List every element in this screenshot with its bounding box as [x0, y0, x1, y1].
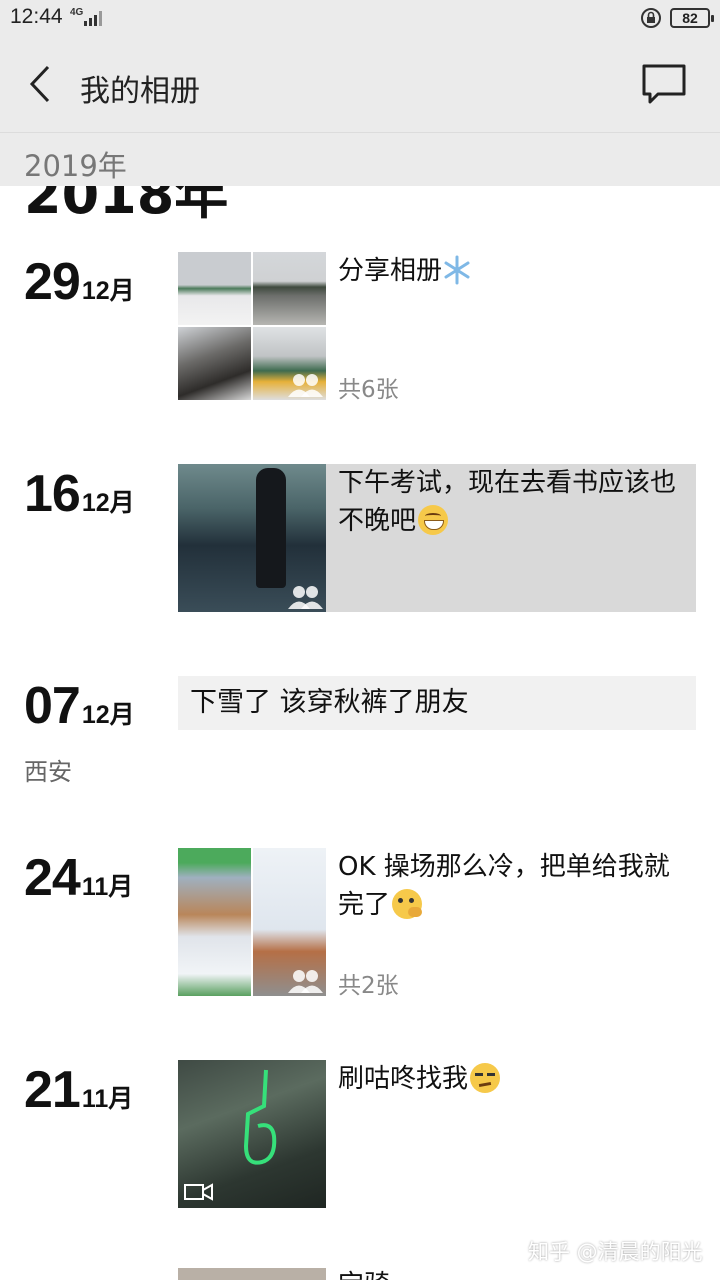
photo-thumbnail[interactable]: [178, 1268, 326, 1280]
signal-icon: [84, 11, 102, 26]
entry-day: 24: [24, 849, 81, 907]
album-entry[interactable]: 0712月 下雪了 该穿秋裤了朋友 西安: [0, 676, 720, 786]
entry-caption: 下午考试，现在去看书应该也不晚吧: [338, 464, 688, 540]
photo-thumbnail[interactable]: [178, 252, 251, 325]
network-type: 4G: [70, 7, 84, 18]
entry-month: 12月: [81, 701, 135, 729]
entry-caption: OK 操场那么冷，把单给我就完了: [338, 848, 688, 924]
entry-text-card[interactable]: 下雪了 该穿秋裤了朋友: [178, 676, 696, 730]
entry-date: 1612月: [24, 464, 135, 524]
people-icon: [288, 374, 323, 397]
photo-thumbnails[interactable]: [178, 848, 326, 996]
album-entry[interactable]: 2411月 OK 操场那么冷，把单给我就完了 共2张: [0, 848, 720, 999]
snowflake-icon: [444, 255, 470, 285]
entry-day: 07: [24, 677, 81, 735]
entry-day: 16: [24, 465, 81, 523]
page-title: 我的相册: [80, 74, 200, 109]
watermark: 知乎 @清晨的阳光: [528, 1240, 703, 1264]
people-icon: [288, 970, 323, 993]
entry-caption-text: 下午考试，现在去看书应该也不晚吧: [338, 468, 677, 536]
entry-month: 12月: [81, 489, 135, 517]
entry-date: 2111月: [24, 1060, 133, 1120]
entry-month: 11月: [81, 873, 134, 901]
photo-thumbnails[interactable]: [178, 1060, 326, 1208]
entry-caption-partial: 宝骑: [338, 1264, 390, 1280]
entry-date: 2411月: [24, 848, 133, 908]
sticky-year-header: 2019年: [0, 132, 720, 186]
photo-thumbnails[interactable]: [178, 464, 326, 612]
album-entry[interactable]: 1612月 下午考试，现在去看书应该也不晚吧: [0, 464, 720, 614]
back-button[interactable]: [20, 60, 60, 108]
video-camera-icon: [184, 1183, 213, 1201]
status-time: 12:44: [10, 5, 63, 28]
photo-thumbnail[interactable]: [253, 252, 326, 325]
photo-count: 共6张: [338, 377, 399, 403]
entry-day: 21: [24, 1061, 81, 1119]
route-map-icon: [243, 1069, 277, 1165]
entry-date: 2912月: [24, 252, 135, 312]
photo-thumbnail[interactable]: [178, 848, 251, 996]
back-arrow-icon: [29, 65, 50, 103]
grin-emoji-icon: [418, 505, 449, 535]
app-bar: 我的相册: [0, 36, 720, 132]
photo-count: 共2张: [338, 973, 399, 999]
photo-thumbnail[interactable]: [178, 327, 251, 400]
entry-day: 29: [24, 253, 81, 311]
entry-caption-text: OK 操场那么冷，把单给我就完了: [338, 852, 670, 920]
rotation-lock-icon: [641, 8, 661, 28]
album-entry[interactable]: 2111月 刷咕咚找我: [0, 1060, 720, 1210]
entry-month: 12月: [81, 277, 135, 305]
entry-caption: 刷咕咚找我: [338, 1060, 688, 1098]
entry-location: 西安: [24, 758, 72, 786]
status-bar: 12:44 4G 82: [0, 0, 720, 36]
photo-thumbnails[interactable]: [178, 252, 326, 400]
message-icon[interactable]: [638, 60, 690, 108]
sticky-year-label: 2019年: [24, 149, 127, 183]
entry-caption: 分享相册: [338, 252, 688, 290]
entry-caption-text: 刷咕咚找我: [338, 1064, 469, 1094]
battery-indicator: 82: [670, 8, 714, 28]
smirk-emoji-icon: [470, 1063, 501, 1093]
album-entry[interactable]: 2912月 分享相册 共6张: [0, 252, 720, 403]
thinking-emoji-icon: [392, 889, 423, 919]
entry-month: 11月: [81, 1085, 134, 1113]
people-icon: [288, 586, 323, 609]
entry-date: 0712月: [24, 676, 135, 736]
entry-caption-text: 分享相册: [338, 256, 443, 286]
